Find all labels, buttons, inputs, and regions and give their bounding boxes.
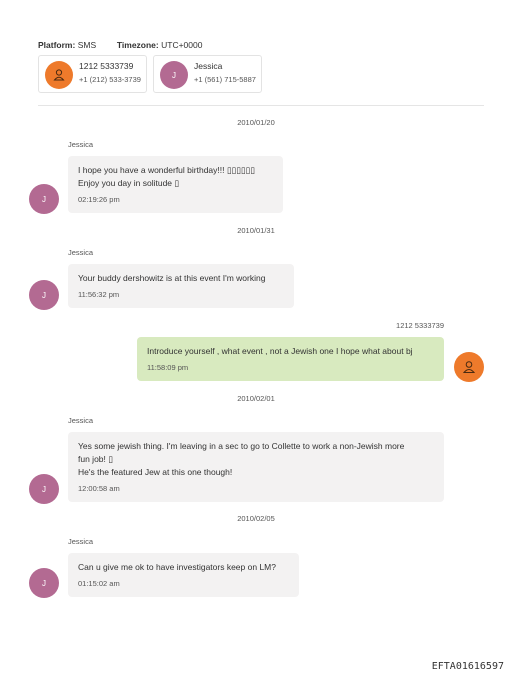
participant-number: +1 (212) 533-3739: [79, 75, 141, 84]
avatar: J: [29, 280, 59, 310]
message-text: Your buddy dershowitz is at this event I…: [78, 273, 266, 283]
message-time: 11:56:32 pm: [78, 290, 120, 299]
avatar: [454, 352, 484, 382]
sender-name: Jessica: [68, 140, 94, 149]
date-separator: 2010/01/31: [237, 226, 275, 235]
header-divider: [38, 105, 484, 106]
participant-number: +1 (561) 715-5887: [194, 75, 256, 84]
message-time: 02:19:26 pm: [78, 195, 120, 204]
timezone-value: UTC+0000: [161, 40, 203, 50]
message-bubble[interactable]: Yes some jewish thing. I'm leaving in a …: [68, 432, 444, 502]
message-time: 01:15:02 am: [78, 579, 120, 588]
conversation-meta: Platform: SMS Timezone: UTC+0000: [38, 40, 202, 50]
sender-name: Jessica: [68, 248, 94, 257]
document-id: EFTA01616597: [431, 661, 504, 672]
participant-name: Jessica: [194, 61, 223, 71]
message-text: I hope you have a wonderful birthday!!! …: [78, 165, 255, 175]
participant-card[interactable]: 1212 5333739 +1 (212) 533-3739: [38, 55, 147, 93]
sender-name: Jessica: [68, 537, 94, 546]
participant-name: 1212 5333739: [79, 61, 134, 71]
date-separator: 2010/02/01: [237, 394, 275, 403]
avatar: [45, 61, 73, 89]
avatar: J: [29, 568, 59, 598]
date-separator: 2010/02/05: [237, 514, 275, 523]
message-text: Introduce yourself , what event , not a …: [147, 346, 413, 356]
sender-name: Jessica: [68, 416, 94, 425]
platform-label: Platform:: [38, 40, 76, 50]
message-bubble[interactable]: Your buddy dershowitz is at this event I…: [68, 264, 294, 308]
avatar: J: [160, 61, 188, 89]
date-separator: 2010/01/20: [237, 118, 275, 127]
person-icon: [53, 69, 65, 81]
person-icon: [462, 361, 476, 373]
avatar: J: [29, 474, 59, 504]
message-text: Yes some jewish thing. I'm leaving in a …: [78, 441, 405, 451]
message-text: fun job! ▯: [78, 454, 113, 464]
message-bubble[interactable]: Can u give me ok to have investigators k…: [68, 553, 299, 597]
participant-card[interactable]: J Jessica +1 (561) 715-5887: [153, 55, 262, 93]
timezone-label: Timezone:: [116, 40, 159, 50]
sender-name: 1212 5333739: [396, 321, 444, 330]
avatar: J: [29, 184, 59, 214]
platform-value: SMS: [77, 40, 97, 50]
message-bubble[interactable]: I hope you have a wonderful birthday!!! …: [68, 156, 283, 213]
message-text: He's the featured Jew at this one though…: [78, 467, 233, 477]
message-time: 12:00:58 am: [78, 484, 120, 493]
message-time: 11:58:09 pm: [147, 363, 189, 372]
message-bubble[interactable]: Introduce yourself , what event , not a …: [137, 337, 444, 381]
message-text: Can u give me ok to have investigators k…: [78, 562, 276, 572]
message-text: Enjoy you day in solitude ▯: [78, 178, 180, 188]
